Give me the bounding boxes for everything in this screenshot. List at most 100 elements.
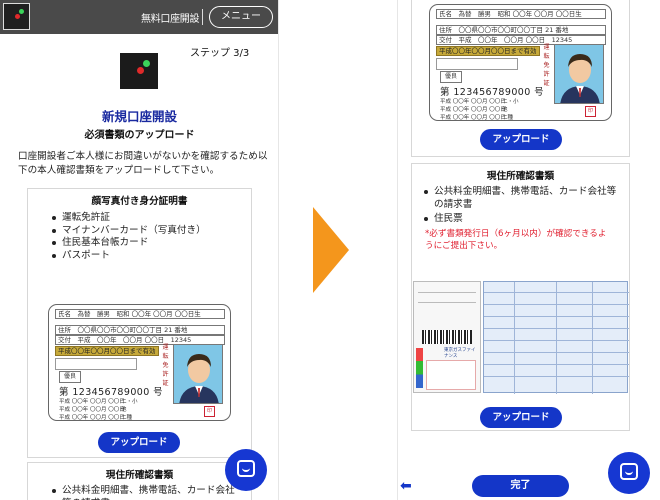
license-illustration: 氏名 為替 勝男 昭和 〇〇年 〇〇月 〇〇日生 住所 〇〇県〇〇市〇〇町〇〇丁…	[48, 304, 231, 421]
seal-stamp: 印	[204, 406, 215, 417]
person-avatar-icon	[179, 354, 219, 403]
chat-button[interactable]	[225, 449, 267, 491]
birth-date: 昭和 〇〇年 〇〇月 〇〇日生	[497, 10, 582, 18]
license-number: 第 123456789000 号	[59, 387, 163, 398]
issue-value: 平成 〇〇年 〇〇月 〇〇日 12345	[458, 36, 573, 44]
color-stripe	[416, 348, 423, 388]
bill-vline	[592, 282, 593, 394]
license-valid-band: 平成〇〇年〇〇月〇〇日まで有効	[436, 46, 540, 56]
address-value: 〇〇県〇〇市〇〇町〇〇丁目 21 番地	[458, 26, 569, 34]
list-item: パスポート	[48, 250, 251, 263]
logo-green-dot	[19, 9, 24, 14]
card-heading: 現住所確認書類	[486, 171, 555, 182]
card-heading: 現住所確認書類	[105, 470, 174, 481]
brand-logo	[120, 53, 158, 89]
address-doc-card: 現住所確認書類 公共料金明細書、携帯電話、カード会社等の請求書	[27, 462, 252, 500]
license-name-row: 氏名 為替 勝男 昭和 〇〇年 〇〇月 〇〇日生	[436, 9, 606, 19]
list-item: マイナンバーカード（写真付き）	[48, 225, 251, 238]
bill-line	[418, 302, 476, 303]
license-small-row: 平成 〇〇年 〇〇月 〇〇日	[440, 115, 506, 121]
chat-bubble-icon	[237, 460, 255, 477]
name-value: 為替 勝男	[77, 310, 111, 318]
bill-stub: 東京ガスファイナンス	[413, 281, 481, 393]
license-vertical-label: 運転免許証	[162, 344, 169, 387]
transition-arrow-icon	[313, 207, 349, 293]
document-list: 運転免許証 マイナンバーカード（写真付き） 住民基本台帳カード パスポート	[48, 212, 251, 262]
address-label: 住所	[439, 26, 452, 34]
upload-button[interactable]: アップロード	[480, 407, 562, 428]
license-vertical-label: 運転免許証	[543, 44, 550, 87]
list-item: 住民基本台帳カード	[48, 237, 251, 250]
license-condition-box	[436, 58, 518, 70]
header-bar: 無料口座開設 メニュー	[0, 0, 278, 34]
bill-illustration: 東京ガスファイナンス	[413, 279, 629, 399]
license-category: 二種	[121, 415, 133, 421]
intro-text: 口座開設者ご本人様にお間違いがないかを確認するため以下の本人確認書類をアップロー…	[18, 151, 268, 176]
chat-button[interactable]	[608, 452, 650, 494]
license-photo	[554, 44, 604, 104]
done-button[interactable]: 完了	[472, 475, 569, 497]
chat-bubble-icon	[620, 463, 638, 480]
logo-green-dot	[143, 60, 150, 67]
seal-stamp: 印	[585, 106, 596, 117]
bill-box	[426, 360, 476, 390]
license-condition-box	[55, 358, 137, 370]
bill-vline	[556, 282, 557, 394]
list-item: 運転免許証	[48, 212, 251, 225]
license-address-row: 住所 〇〇県〇〇市〇〇町〇〇丁目 21 番地	[436, 25, 606, 35]
menu-button[interactable]: メニュー	[209, 6, 273, 28]
license-valid-band: 平成〇〇年〇〇月〇〇日まで有効	[55, 346, 159, 356]
page-subtitle: 必須書類のアップロード	[84, 130, 195, 141]
license-category: 二・小	[121, 399, 138, 405]
birth-date: 昭和 〇〇年 〇〇月 〇〇日生	[116, 310, 201, 318]
license-category: 他	[121, 407, 127, 413]
app-logo[interactable]	[3, 3, 30, 30]
license-number: 第 123456789000 号	[440, 87, 544, 98]
list-item: 住民票	[420, 213, 620, 226]
upload-button[interactable]: アップロード	[480, 129, 562, 150]
excellent-badge: 優良	[59, 371, 81, 383]
person-avatar-icon	[560, 54, 600, 103]
card-heading: 顔写真付き身分証明書	[91, 196, 188, 207]
issue-label: 交付	[58, 336, 71, 344]
logo-red-dot	[15, 14, 20, 19]
license-name-row: 氏名 為替 勝男 昭和 〇〇年 〇〇月 〇〇日生	[55, 309, 225, 319]
list-item: 公共料金明細書、携帯電話、カード会社等の請求書	[48, 485, 238, 500]
logo-red-dot	[137, 67, 144, 74]
header-divider	[202, 9, 203, 25]
bill-vline	[514, 282, 515, 394]
license-small-row: 平成 〇〇年 〇〇月 〇〇日	[440, 99, 506, 105]
license-small-row: 平成 〇〇年 〇〇月 〇〇日	[440, 107, 506, 113]
bill-line	[418, 292, 476, 293]
step-indicator: ステップ 3/3	[190, 48, 250, 59]
excellent-badge: 優良	[440, 71, 462, 83]
issue-value: 平成 〇〇年 〇〇月 〇〇日 12345	[77, 336, 192, 344]
page-title: 新規口座開設	[101, 109, 177, 124]
issue-label: 交付	[439, 36, 452, 44]
arrow-left-icon[interactable]: ⬅	[400, 478, 412, 494]
barcode-icon	[422, 330, 472, 344]
license-illustration: 氏名 為替 勝男 昭和 〇〇年 〇〇月 〇〇日生 住所 〇〇県〇〇市〇〇町〇〇丁…	[429, 4, 612, 121]
license-photo	[173, 344, 223, 404]
open-account-link[interactable]: 無料口座開設	[141, 10, 200, 25]
license-category: 二・小	[502, 99, 519, 105]
right-screen: 氏名 為替 勝男 昭和 〇〇年 〇〇月 〇〇日生 住所 〇〇県〇〇市〇〇町〇〇丁…	[397, 0, 660, 500]
photo-id-card: 顔写真付き身分証明書 運転免許証 マイナンバーカード（写真付き） 住民基本台帳カ…	[27, 188, 252, 458]
address-doc-card: 現住所確認書類 公共料金明細書、携帯電話、カード会社等の請求書 住民票 *必ず書…	[411, 163, 630, 431]
left-screen: 無料口座開設 メニュー ステップ 3/3 新規口座開設 必須書類のアップロード …	[0, 0, 279, 500]
bill-table	[483, 281, 629, 394]
list-item: 公共料金明細書、携帯電話、カード会社等の請求書	[420, 186, 620, 211]
license-category: 他	[502, 107, 508, 113]
license-category: 二種	[502, 115, 514, 121]
bill-company: 東京ガスファイナンス	[444, 348, 476, 359]
document-list: 公共料金明細書、携帯電話、カード会社等の請求書	[48, 485, 238, 500]
name-label: 氏名	[58, 310, 71, 318]
license-small-row: 平成 〇〇年 〇〇月 〇〇日	[59, 415, 125, 421]
name-value: 為替 勝男	[458, 10, 492, 18]
warning-note: *必ず書類発行日（6ヶ月以内）が確認できるようにご提出下さい。	[425, 228, 607, 251]
name-label: 氏名	[439, 10, 452, 18]
photo-id-card: 氏名 為替 勝男 昭和 〇〇年 〇〇月 〇〇日生 住所 〇〇県〇〇市〇〇町〇〇丁…	[411, 0, 630, 157]
document-list: 公共料金明細書、携帯電話、カード会社等の請求書 住民票	[420, 186, 620, 226]
upload-button[interactable]: アップロード	[98, 432, 180, 453]
address-label: 住所	[58, 326, 71, 334]
